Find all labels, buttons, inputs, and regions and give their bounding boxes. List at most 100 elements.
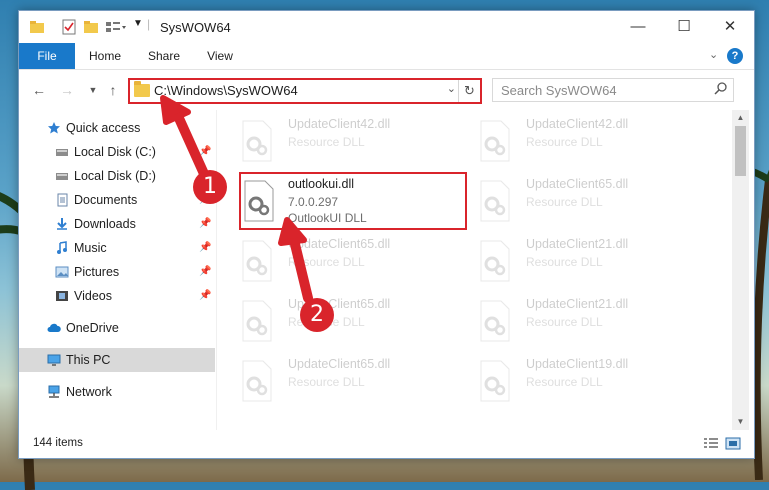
tab-home[interactable]: Home <box>83 43 127 69</box>
pin-icon: 📌 <box>199 266 212 277</box>
maximize-button[interactable]: ☐ <box>661 11 707 43</box>
dll-file-icon <box>242 240 272 282</box>
dll-file-icon <box>242 120 272 162</box>
file-type: OutlookUI DLL <box>288 211 367 225</box>
close-button[interactable]: ✕ <box>707 11 753 43</box>
dll-file-icon <box>244 180 274 222</box>
file-name: UpdateClient21.dll <box>526 237 629 251</box>
back-arrow-icon[interactable]: ← <box>29 80 49 100</box>
details-view-icon[interactable] <box>703 437 719 450</box>
file-name: UpdateClient21.dll <box>526 297 629 311</box>
tab-file[interactable]: File <box>19 43 75 69</box>
drive-icon <box>56 173 68 180</box>
sidebar-item-pictures[interactable]: Pictures 📌 <box>19 260 215 284</box>
large-icons-view-icon[interactable] <box>725 437 741 450</box>
sidebar-item-label: Quick access <box>66 121 141 135</box>
sidebar-item-music[interactable]: Music 📌 <box>19 236 215 260</box>
sidebar-item-network[interactable]: Network <box>19 380 215 404</box>
list-item-outlookui-highlighted[interactable]: outlookui.dll 7.0.0.297 OutlookUI DLL <box>239 172 467 230</box>
sidebar-item-label: Local Disk (D:) <box>74 169 156 183</box>
scroll-thumb[interactable] <box>735 126 746 176</box>
vertical-scrollbar[interactable]: ▲ ▼ <box>732 110 749 430</box>
up-arrow-icon[interactable]: ↑ <box>103 80 123 100</box>
pin-icon: 📌 <box>199 218 212 229</box>
search-icon[interactable] <box>714 82 727 95</box>
list-item[interactable]: UpdateClient65.dll Resource DLL <box>217 232 447 290</box>
quick-access-dropdown-icon[interactable]: ▼ <box>133 18 143 34</box>
dll-file-icon <box>480 240 510 282</box>
forward-arrow-icon[interactable]: → <box>57 80 77 100</box>
file-name: UpdateClient19.dll <box>526 357 629 371</box>
sidebar-item-label: Videos <box>74 289 112 303</box>
pin-icon: 📌 <box>199 290 212 301</box>
address-path[interactable]: C:\Windows\SysWOW64 <box>154 83 298 98</box>
sidebar-item-local-disk-c[interactable]: Local Disk (C:) 📌 <box>19 140 215 164</box>
file-type: Resource DLL <box>526 375 603 389</box>
list-item[interactable]: UpdateClient21.dll Resource DLL <box>455 292 685 350</box>
sidebar-item-label: Downloads <box>74 217 136 231</box>
file-name: UpdateClient65.dll <box>526 177 629 191</box>
sidebar-item-label: Network <box>66 385 112 399</box>
sidebar-item-label: Documents <box>74 193 138 207</box>
file-type: Resource DLL <box>526 195 603 209</box>
sidebar-item-quick-access[interactable]: Quick access <box>19 116 215 140</box>
file-type: Resource DLL <box>526 135 603 149</box>
customize-toolbar-icon[interactable] <box>105 19 127 35</box>
folder-icon <box>30 21 44 33</box>
help-icon[interactable]: ? <box>727 48 743 64</box>
file-type: Resource DLL <box>288 135 365 149</box>
new-folder-icon[interactable] <box>83 19 99 35</box>
dll-file-icon <box>480 300 510 342</box>
search-box[interactable]: Search SysWOW64 <box>492 78 734 102</box>
scroll-down-icon[interactable]: ▼ <box>732 414 749 430</box>
sidebar-item-label: Pictures <box>74 265 120 279</box>
navigation-pane: Quick access Local Disk (C:) 📌 Local Dis… <box>19 110 215 430</box>
file-version: 7.0.0.297 <box>288 195 339 209</box>
drive-icon <box>56 149 68 156</box>
file-name: UpdateClient42.dll <box>526 117 629 131</box>
dll-file-icon <box>480 120 510 162</box>
address-bar[interactable]: C:\Windows\SysWOW64 ⌄ ↻ <box>128 78 482 104</box>
file-name: UpdateClient42.dll <box>288 117 391 131</box>
refresh-icon[interactable]: ↻ <box>458 80 480 102</box>
search-input[interactable]: Search SysWOW64 <box>501 83 617 98</box>
list-item[interactable]: UpdateClient21.dll Resource DLL <box>455 232 685 290</box>
dll-file-icon <box>480 180 510 222</box>
cloud-icon <box>47 323 61 332</box>
tab-view[interactable]: View <box>199 43 241 69</box>
sidebar-item-documents[interactable]: Documents 📌 <box>19 188 215 212</box>
pin-icon: 📌 <box>199 242 212 253</box>
scroll-up-icon[interactable]: ▲ <box>732 110 749 126</box>
sidebar-item-onedrive[interactable]: OneDrive <box>19 316 215 340</box>
sidebar-item-videos[interactable]: Videos 📌 <box>19 284 215 308</box>
file-type: Resource DLL <box>526 315 603 329</box>
status-bar: 144 items <box>19 431 754 457</box>
address-dropdown-icon[interactable]: ⌄ <box>447 82 456 95</box>
list-item[interactable]: UpdateClient42.dll Resource DLL <box>217 112 447 170</box>
sidebar-item-downloads[interactable]: Downloads 📌 <box>19 212 215 236</box>
documents-icon <box>57 193 68 207</box>
minimize-button[interactable]: — <box>615 11 661 43</box>
computer-icon <box>47 354 61 366</box>
sidebar-item-local-disk-d[interactable]: Local Disk (D:) <box>19 164 215 188</box>
item-count: 144 items <box>33 437 83 449</box>
sidebar-item-this-pc[interactable]: This PC <box>19 348 215 372</box>
list-item[interactable]: UpdateClient42.dll Resource DLL <box>455 112 685 170</box>
list-item[interactable]: UpdateClient65.dll Resource DLL <box>455 172 685 230</box>
recent-locations-icon[interactable]: ▼ <box>83 80 103 100</box>
expand-ribbon-icon[interactable]: ⌄ <box>709 48 718 61</box>
step-1-badge: 1 <box>193 170 227 204</box>
file-type: Resource DLL <box>288 255 365 269</box>
properties-icon[interactable] <box>61 19 77 35</box>
videos-icon <box>56 291 68 301</box>
network-icon <box>48 385 60 398</box>
sidebar-item-label: Music <box>74 241 107 255</box>
title-bar: ▼ | SysWOW64 — ☐ ✕ <box>19 11 754 43</box>
file-type: Resource DLL <box>526 255 603 269</box>
tab-share[interactable]: Share <box>141 43 187 69</box>
file-name: UpdateClient65.dll <box>288 357 391 371</box>
window-title: SysWOW64 <box>160 20 231 35</box>
list-item[interactable]: UpdateClient65.dll Resource DLL <box>217 352 447 410</box>
pin-icon: 📌 <box>199 146 212 157</box>
list-item[interactable]: UpdateClient19.dll Resource DLL <box>455 352 685 410</box>
